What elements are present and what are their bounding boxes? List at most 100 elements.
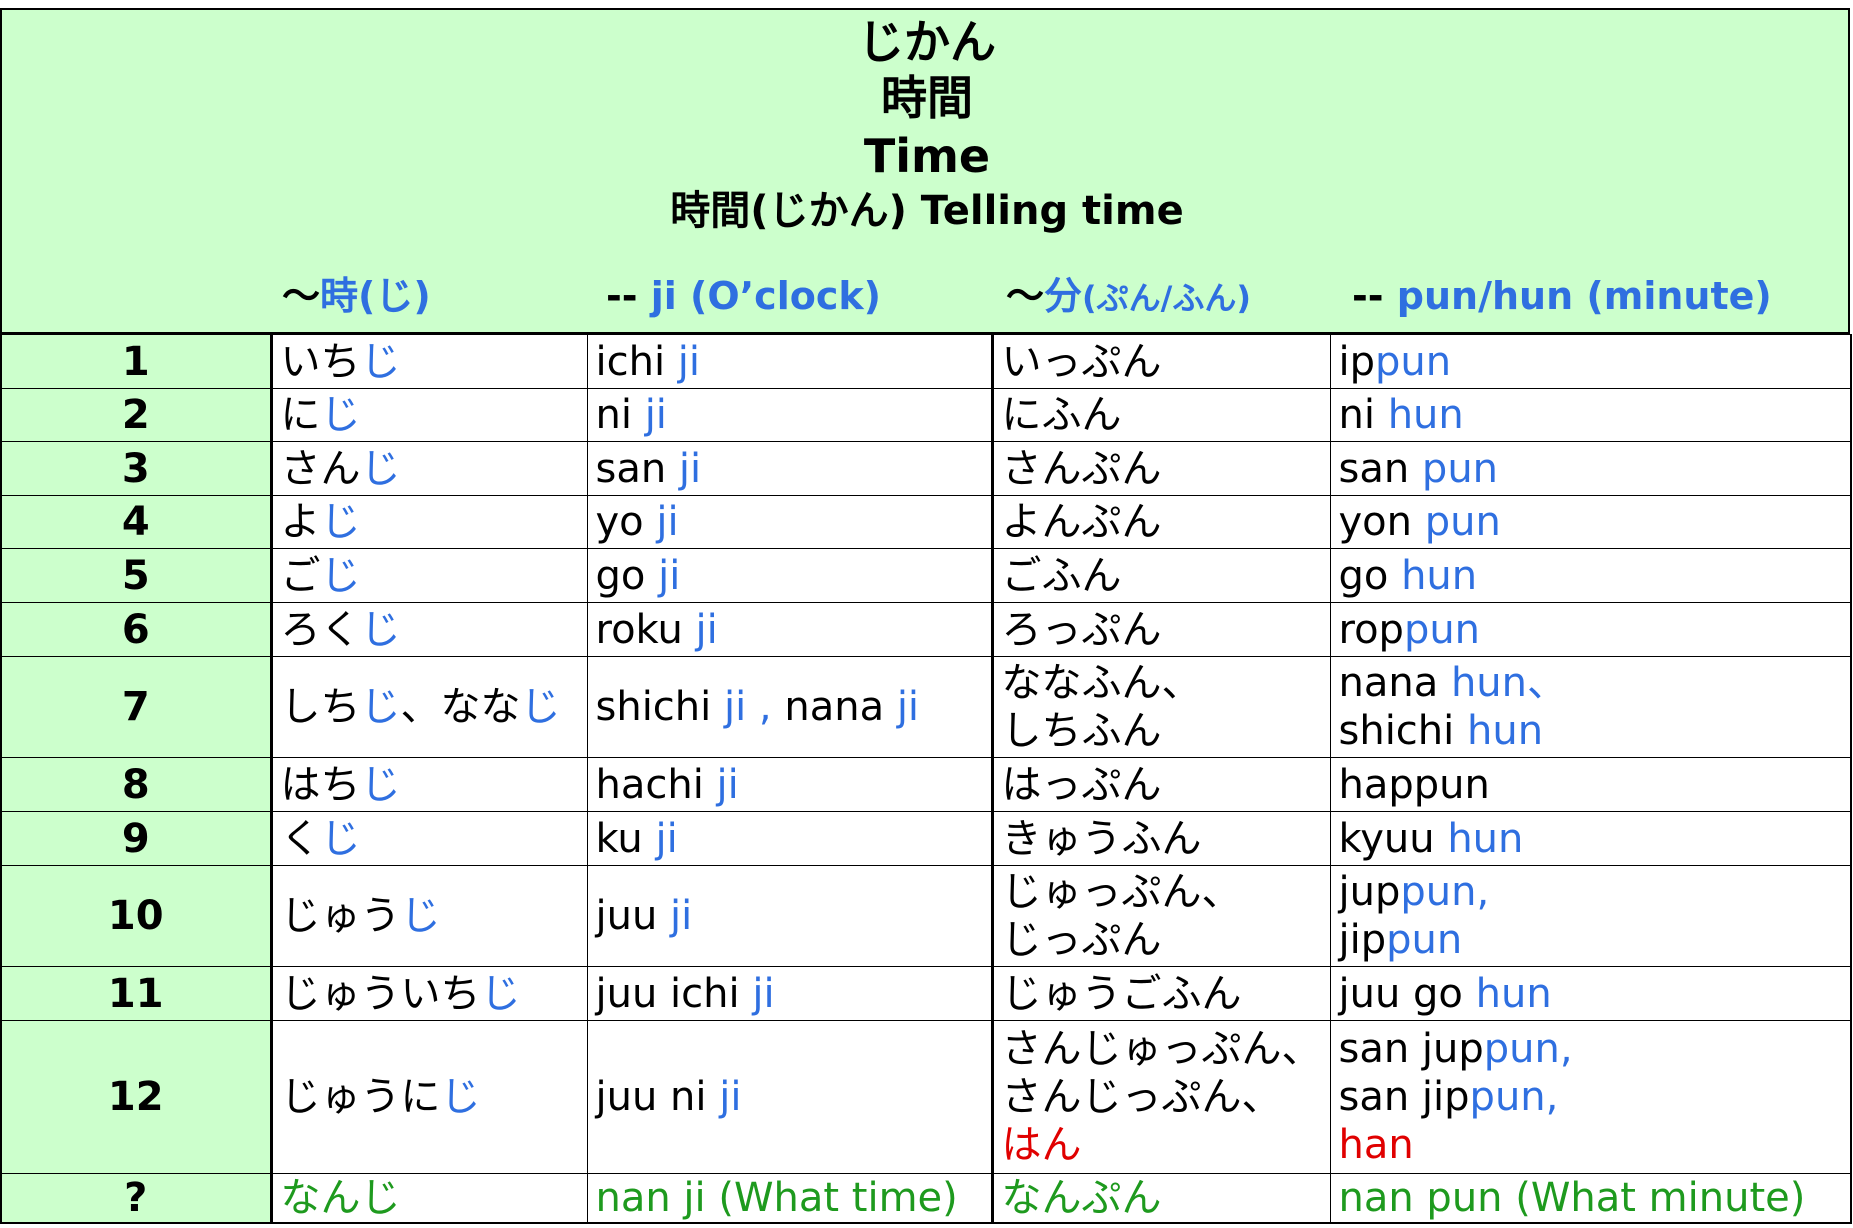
minute-romaji-line: roppun	[1339, 606, 1843, 654]
minute-kana: じゅっぷん、	[1001, 869, 1242, 915]
minute-romaji-cell: roppun	[1329, 602, 1852, 657]
minute-romaji-suffix: pun	[1386, 917, 1463, 963]
hour-romaji: juu	[595, 893, 671, 939]
minute-kana-cell: はっぷん	[991, 757, 1331, 812]
hour-suffix: じ	[320, 815, 361, 862]
minute-kana: いっぷん	[1001, 338, 1162, 385]
minute-romaji: rop	[1338, 606, 1404, 653]
hour-romaji-suffix: ji	[752, 970, 775, 1017]
row-number: 8	[0, 757, 273, 812]
minute-romaji: kyuu	[1338, 815, 1448, 862]
dash: --	[606, 274, 651, 318]
hour-suffix: じ	[320, 499, 361, 545]
minute-kana: はっぷん	[1001, 761, 1162, 808]
minute-romaji-suffix: pun	[1403, 606, 1481, 653]
column-header-minute-romaji: -- pun/hun (minute)	[1352, 268, 1772, 324]
minute-romaji-line: san pun	[1339, 445, 1843, 493]
hour-kana: ご	[280, 552, 321, 599]
minute-romaji-suffix: pun,	[1469, 1074, 1559, 1120]
hour-romaji-cell: hachi ji	[586, 757, 994, 812]
table-row: 11 じゅういちじ juu ichi ji じゅうごふん juu go hun	[0, 966, 1852, 1021]
hour-romaji-suffix: ji	[644, 392, 667, 438]
hour-kana-cell: いちじ	[270, 334, 588, 389]
hour-romaji-cell: juu ji	[586, 865, 994, 967]
row-number: 9	[0, 811, 273, 866]
time-table: 1 いちじ ichi ji いっぷん ippun 2 にじ ni ji にふん ni hun 3 さん…	[0, 334, 1852, 1224]
hour-romaji-cell: yo ji	[586, 495, 994, 549]
row-number: 11	[0, 966, 273, 1021]
minute-romaji-suffix: pun	[1424, 499, 1501, 545]
hour-suffix: じ	[320, 552, 361, 599]
minute-romaji-suffix: pun	[1375, 338, 1452, 385]
question-row: ? なんじ nan ji (What time) なんぷん nan pun (What …	[0, 1173, 1852, 1224]
hour-kana-cell: じゅういちじ	[270, 966, 588, 1021]
hour-romaji-cell: juu ni ji	[586, 1020, 994, 1174]
minute-kana-half: はん	[1001, 1122, 1082, 1168]
question-hour-romaji: nan ji (What time)	[586, 1173, 994, 1224]
minute-romaji-cell: go hun	[1329, 548, 1852, 603]
minute-kana: さんじゅっぷん、	[1001, 1026, 1322, 1072]
minute-kana: さんじっぷん、	[1001, 1074, 1282, 1120]
minute-kana: ごふん	[1001, 552, 1122, 599]
tilde: ～	[282, 274, 321, 318]
hour-romaji: shichi	[595, 684, 724, 730]
hour-kana: いち	[280, 338, 361, 385]
hour-romaji: yo	[595, 499, 657, 545]
hour-kana: じゅうに	[280, 1074, 441, 1120]
minute-kana: さんぷん	[1001, 445, 1162, 492]
subtitle: 時間(じかん) Telling time	[670, 188, 1184, 234]
minute-romaji-line: juu go hun	[1339, 970, 1843, 1018]
table-row: 3 さんじ san ji さんぷん san pun	[0, 441, 1852, 496]
row-number: 1	[0, 334, 273, 389]
row-number: 3	[0, 441, 273, 496]
minute-kana-cell: じゅうごふん	[991, 966, 1331, 1021]
hour-romaji-cell: san ji	[586, 441, 994, 496]
hour-suffix: じ	[440, 1074, 481, 1120]
hour-romaji-suffix: ji	[656, 499, 679, 545]
hour-kana-cell: ごじ	[270, 548, 588, 603]
minute-romaji-cell: yon pun	[1329, 495, 1852, 549]
minute-romaji-suffix: hun、	[1450, 660, 1568, 706]
table-row: 8 はちじ hachi ji はっぷん happun	[0, 757, 1852, 812]
hour-kana-cell: じゅうにじ	[270, 1020, 588, 1174]
hour-romaji: ku	[595, 815, 656, 862]
hour-romaji-suffix: ji	[695, 606, 718, 653]
hour-romaji: go	[595, 552, 659, 599]
table-row: 9 くじ ku ji きゅうふん kyuu hun	[0, 811, 1852, 866]
minute-romaji-line: san jippun,	[1339, 1073, 1843, 1121]
hour-kana: く	[280, 815, 321, 862]
minute-kana-cell: いっぷん	[991, 334, 1331, 389]
minute-romaji-cell: ni hun	[1329, 388, 1852, 442]
hour-romaji: hachi	[595, 761, 717, 808]
hour-romaji-suffix-alt: ji	[896, 684, 920, 730]
hour-romaji-suffix: ji	[658, 552, 681, 599]
minute-reading: (ぷん/ふん)	[1082, 279, 1251, 317]
hour-kana-cell: よじ	[270, 495, 588, 549]
minute-romaji-line: ippun	[1339, 338, 1843, 386]
hour-kana-cell: じゅうじ	[270, 865, 588, 967]
minute-romaji: san jup	[1338, 1026, 1484, 1072]
table-row: 7 しちじ、ななじ shichi ji , nana ji ななふん、 しちふん nana…	[0, 656, 1852, 758]
minute-kana-cell: よんぷん	[991, 495, 1331, 549]
minute-romaji-line: san juppun,	[1339, 1025, 1843, 1073]
column-header-minute-kanji: ～分(ぷん/ふん)	[1006, 268, 1251, 326]
hour-suffix: じ	[360, 445, 401, 492]
hour-kana: ろく	[280, 606, 361, 653]
row-number: 6	[0, 602, 273, 657]
minute-romaji-half: han	[1338, 1122, 1414, 1168]
hour-romaji-suffix: ji	[719, 1074, 742, 1120]
minute-romaji: yon	[1338, 499, 1425, 545]
hour-kana-alt: 、なな	[400, 684, 521, 730]
minute-romaji: juu go	[1338, 970, 1476, 1017]
minute-romaji-cell: san pun	[1329, 441, 1852, 496]
hour-romaji: san	[595, 445, 679, 492]
minute-romaji-line: kyuu hun	[1339, 815, 1843, 863]
hour-kanji: 時(じ)	[320, 274, 431, 318]
minute-romaji: happun	[1338, 761, 1490, 808]
row-number: 10	[0, 865, 273, 967]
question-hour-kana: なんじ	[270, 1173, 588, 1224]
dash: --	[1352, 274, 1397, 318]
hour-romaji-cell: juu ichi ji	[586, 966, 994, 1021]
table-row: 12 じゅうにじ juu ni ji さんじゅっぷん、 さんじっぷん、 はん san jup…	[0, 1020, 1852, 1174]
minute-kana-cell: さんじゅっぷん、 さんじっぷん、 はん	[991, 1020, 1331, 1174]
